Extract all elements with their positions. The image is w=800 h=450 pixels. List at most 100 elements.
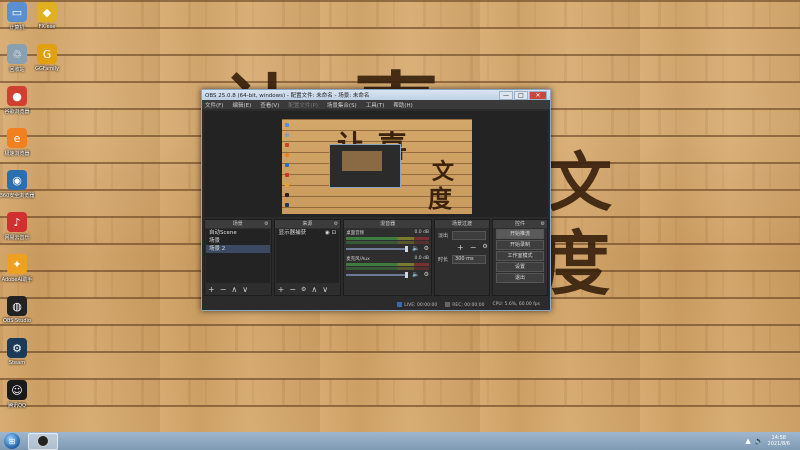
- move-up-button[interactable]: ∧: [311, 285, 317, 294]
- desktop-icon-gamejump[interactable]: G GGFamily: [27, 44, 67, 72]
- track-level: 0.0 dB: [414, 256, 429, 261]
- source-settings-icon[interactable]: ⚙: [301, 286, 306, 293]
- menu-scene-collection[interactable]: 场景集合(S): [327, 101, 357, 109]
- mini-desktop-icon: [285, 203, 289, 207]
- steam-icon: ⚙: [7, 338, 27, 358]
- remove-source-button[interactable]: −: [289, 285, 296, 294]
- sources-dock: 来源 ⚙ 显示器捕获 ◉ ⊡ + − ⚙ ∧ ∨: [273, 219, 342, 296]
- window-title: OBS 25.0.8 (64-bit, windows) - 配置文件: 未命名…: [205, 93, 370, 99]
- visibility-eye-icon[interactable]: ◉ ⊡: [325, 229, 336, 237]
- menu-tools[interactable]: 工具(T): [366, 101, 385, 109]
- network-icon[interactable]: ▲: [745, 437, 750, 445]
- duration-label: 时长: [438, 257, 449, 263]
- preview-canvas[interactable]: 让 喜 文 度: [282, 119, 472, 214]
- add-scene-button[interactable]: +: [208, 285, 215, 294]
- obs-window[interactable]: OBS 25.0.8 (64-bit, windows) - 配置文件: 未命名…: [201, 89, 551, 311]
- track-settings-icon[interactable]: ⚙: [424, 245, 429, 252]
- source-item[interactable]: 显示器捕获 ◉ ⊡: [276, 229, 340, 237]
- gamejump-icon: G: [37, 44, 57, 64]
- duration-spinbox[interactable]: 300 ms: [452, 255, 486, 264]
- desktop-icon-obs[interactable]: ◍ OBS Studio: [0, 296, 37, 324]
- track-settings-icon[interactable]: ⚙: [424, 271, 429, 278]
- add-source-button[interactable]: +: [278, 285, 285, 294]
- exit-button[interactable]: 退出: [496, 273, 545, 283]
- speaker-icon[interactable]: 🔈: [412, 271, 419, 278]
- sources-list[interactable]: 显示器捕获 ◉ ⊡: [275, 229, 340, 283]
- desktop-icon-browser[interactable]: e 极速浏览器: [0, 128, 37, 157]
- status-bar: LIVE: 00:00:00 REC: 00:00:00 CPU: 5.6%, …: [204, 300, 548, 309]
- transition-settings-icon[interactable]: ⚙: [482, 243, 487, 252]
- dock-settings-icon[interactable]: ⚙: [334, 220, 338, 228]
- dock-settings-icon[interactable]: ⚙: [264, 220, 268, 228]
- desktop-icon-fx[interactable]: ◆ FX.exe: [27, 2, 67, 30]
- transitions-dock: 场景过渡 淡出 + − ⚙ 时长 300 ms: [434, 219, 490, 296]
- source-name: 显示器捕获: [278, 230, 307, 236]
- live-icon: [397, 301, 403, 307]
- move-down-button[interactable]: ∨: [242, 285, 248, 294]
- desktop-icon-chrome[interactable]: ● 谷歌浏览器: [0, 86, 37, 115]
- mini-desktop-icon: [285, 123, 289, 127]
- scenes-list[interactable]: 自动Scene 场景 场景 2: [206, 229, 270, 283]
- scene-item[interactable]: 场景 2: [206, 245, 270, 253]
- settings-button[interactable]: 设置: [496, 262, 545, 272]
- fx-icon: ◆: [37, 2, 57, 22]
- desktop-icon-label: 网易云音乐: [4, 235, 30, 241]
- volume-icon[interactable]: 🔈: [755, 437, 764, 445]
- start-recording-button[interactable]: 开始录制: [496, 240, 545, 250]
- desktop-icon-qq[interactable]: ☺ 腾讯QQ: [0, 380, 37, 409]
- volume-meter: [346, 267, 429, 270]
- dock-settings-icon[interactable]: ⚙: [541, 220, 545, 228]
- live-status: LIVE: 00:00:00: [404, 302, 438, 308]
- desktop-icon-label: FX.exe: [38, 24, 56, 30]
- start-streaming-button[interactable]: 开始推流: [496, 229, 545, 239]
- remove-transition-button[interactable]: −: [470, 243, 477, 252]
- maximize-button[interactable]: □: [514, 90, 528, 100]
- menu-bar: 文件(F) 编辑(E) 查看(V) 配置文件(P) 场景集合(S) 工具(T) …: [202, 100, 550, 109]
- controls-dock-header: 控件 ⚙: [493, 220, 548, 228]
- minimize-button[interactable]: —: [499, 90, 513, 100]
- move-down-button[interactable]: ∨: [322, 285, 328, 294]
- volume-meter: [346, 237, 429, 240]
- remove-scene-button[interactable]: −: [220, 285, 227, 294]
- preview-area[interactable]: 让 喜 文 度: [204, 111, 548, 217]
- mini-desktop-icon: [285, 183, 289, 187]
- system-tray: ▲ 🔈 14:58 2021/8/6: [745, 432, 800, 450]
- desktop-icon-assistant[interactable]: ✦ AdobeAI助手: [0, 254, 37, 283]
- recursive-preview-canvas: [342, 151, 382, 171]
- desktop-icon-netease[interactable]: ♪ 网易云音乐: [0, 212, 37, 241]
- rec-status: REC: 00:00:00: [452, 302, 485, 308]
- scenes-toolbar: + − ∧ ∨: [205, 284, 271, 295]
- transition-select[interactable]: [452, 231, 486, 240]
- menu-profile[interactable]: 配置文件(P): [288, 101, 318, 109]
- menu-view[interactable]: 查看(V): [260, 101, 279, 109]
- desktop-icon-backup[interactable]: ◉ 360安全浏览器: [0, 170, 37, 199]
- assistant-icon: ✦: [7, 254, 27, 274]
- scenes-dock-header: 场景 ⚙: [205, 220, 271, 228]
- close-button[interactable]: ✕: [529, 90, 547, 100]
- menu-help[interactable]: 帮助(H): [393, 101, 412, 109]
- track-name: 桌面音频: [346, 231, 365, 236]
- menu-file[interactable]: 文件(F): [205, 101, 223, 109]
- mini-desktop-icon: [285, 133, 289, 137]
- volume-meter: [346, 241, 429, 244]
- netease-icon: ♪: [7, 212, 27, 232]
- volume-slider-knob[interactable]: [405, 245, 409, 252]
- menu-edit[interactable]: 编辑(E): [232, 101, 251, 109]
- volume-slider[interactable]: [346, 271, 409, 278]
- clock[interactable]: 14:58 2021/8/6: [768, 435, 790, 447]
- title-bar[interactable]: OBS 25.0.8 (64-bit, windows) - 配置文件: 未命名…: [202, 90, 550, 100]
- desktop-icon-label: Steam: [8, 360, 26, 366]
- scene-item[interactable]: 自动Scene: [206, 229, 270, 237]
- move-up-button[interactable]: ∧: [231, 285, 237, 294]
- start-button[interactable]: ⊞: [4, 433, 20, 449]
- add-transition-button[interactable]: +: [457, 243, 464, 252]
- taskbar-obs-button[interactable]: [28, 432, 58, 450]
- speaker-icon[interactable]: 🔈: [412, 245, 419, 252]
- volume-slider-knob[interactable]: [405, 271, 409, 278]
- studio-mode-button[interactable]: 工作室模式: [496, 251, 545, 261]
- desktop-icon-steam[interactable]: ⚙ Steam: [0, 338, 37, 366]
- wood-plank: [0, 324, 800, 351]
- scene-item[interactable]: 场景: [206, 237, 270, 245]
- audio-track: 麦克风/Aux 0.0 dB 🔈 ⚙: [346, 256, 429, 278]
- volume-slider[interactable]: [346, 245, 409, 252]
